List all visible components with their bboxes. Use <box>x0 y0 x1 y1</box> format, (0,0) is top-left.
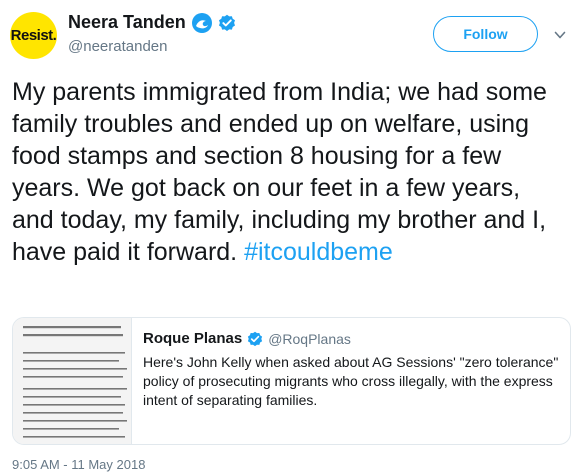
tweet-text: My parents immigrated from India; we had… <box>12 76 567 268</box>
follow-button[interactable]: Follow <box>433 16 538 52</box>
author-display-name[interactable]: Neera Tanden <box>68 12 186 33</box>
author-name-row: Neera Tanden <box>68 12 236 33</box>
avatar[interactable]: Resist. <box>10 12 57 59</box>
chevron-down-icon[interactable] <box>553 28 567 42</box>
avatar-text: Resist. <box>10 27 57 44</box>
quoted-author-row: Roque Planas @RoqPlanas <box>143 330 351 347</box>
tweet-timestamp[interactable]: 9:05 AM - 11 May 2018 <box>12 457 145 472</box>
wave-icon <box>191 12 212 33</box>
quoted-tweet-text: Here's John Kelly when asked about AG Se… <box>143 354 559 408</box>
tweet-card: Resist. Neera Tanden @neeratanden Follow… <box>0 0 575 475</box>
verified-icon <box>218 14 236 32</box>
verified-icon <box>247 331 263 347</box>
quoted-tweet[interactable]: Roque Planas @RoqPlanas Here's John Kell… <box>12 317 571 445</box>
author-handle[interactable]: @neeratanden <box>68 38 167 55</box>
document-thumbnail-icon <box>13 318 131 444</box>
hashtag-link[interactable]: #itcouldbeme <box>244 238 393 266</box>
quoted-tweet-image <box>13 318 132 444</box>
quoted-handle[interactable]: @RoqPlanas <box>268 331 351 347</box>
quoted-display-name[interactable]: Roque Planas <box>143 330 242 347</box>
